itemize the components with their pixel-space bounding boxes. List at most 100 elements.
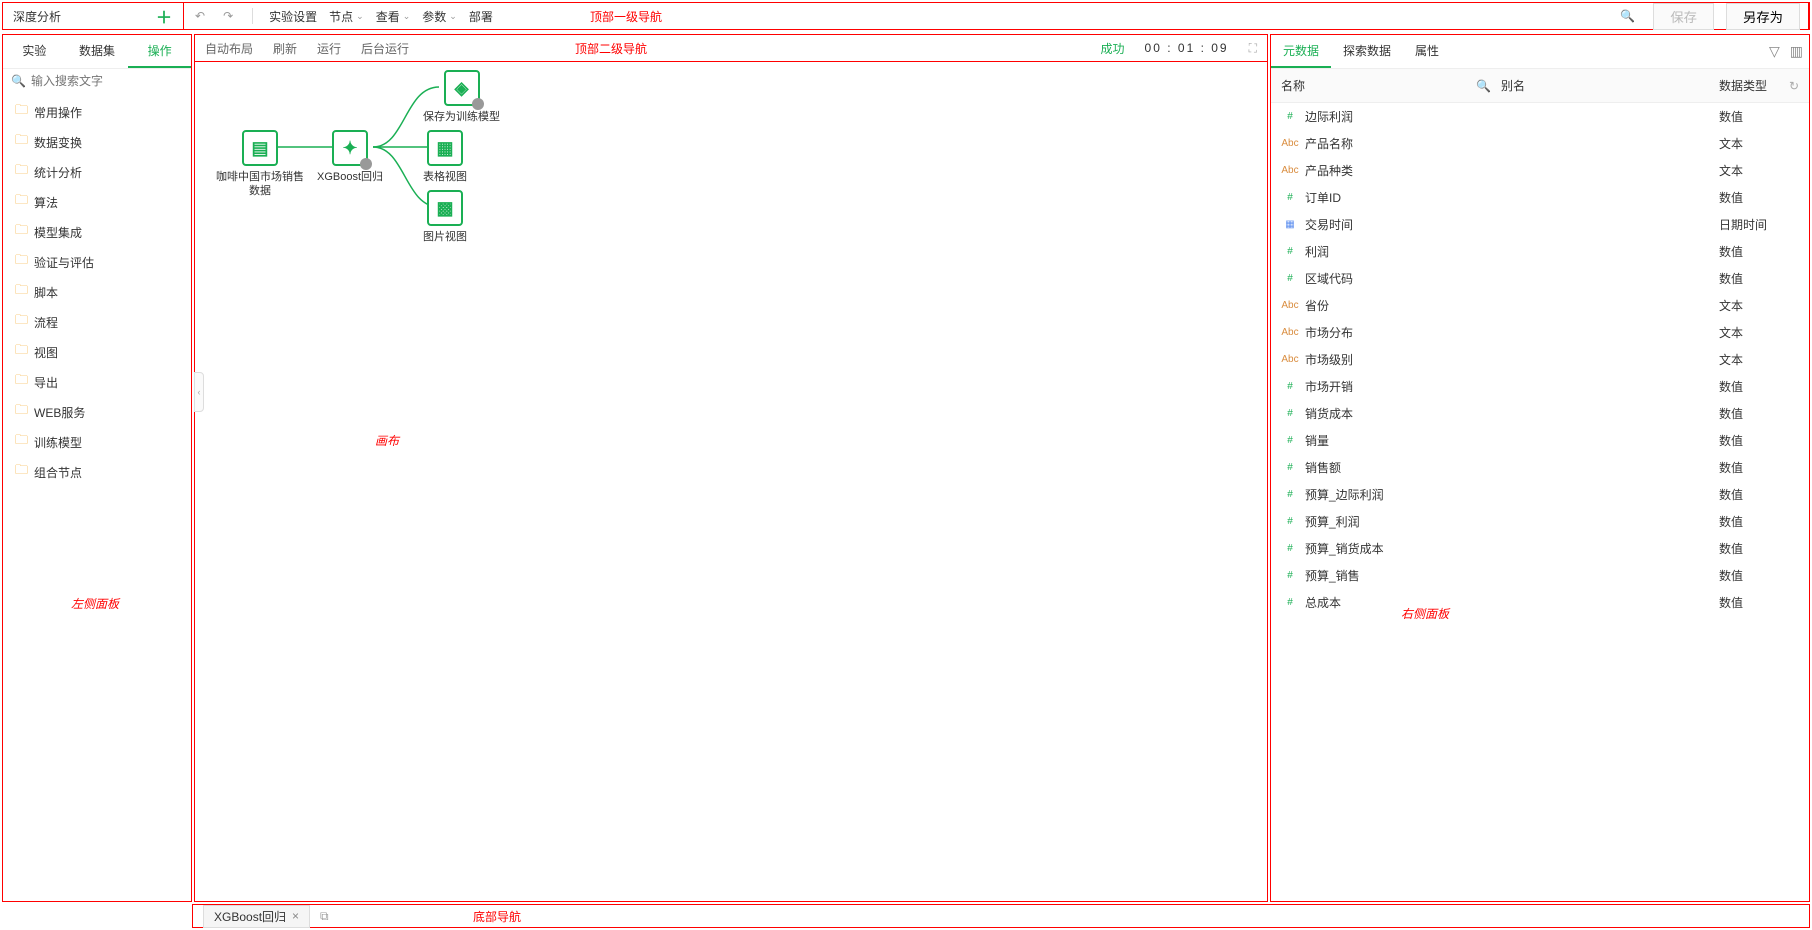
tab-metadata[interactable]: 元数据 <box>1271 35 1331 68</box>
folder-item[interactable]: 🗀统计分析 <box>3 157 191 187</box>
field-name: 利润 <box>1305 243 1329 260</box>
folder-item[interactable]: 🗀视图 <box>3 337 191 367</box>
btn-run[interactable]: 运行 <box>317 40 341 57</box>
field-dtype: 数值 <box>1719 270 1799 287</box>
annotation-topnav2: 顶部二级导航 <box>575 40 647 57</box>
btn-run-bg[interactable]: 后台运行 <box>361 40 409 57</box>
menu-params[interactable]: 参数⌄ <box>422 8 457 25</box>
meta-row[interactable]: #利润数值 <box>1271 238 1809 265</box>
folder-icon: 🗀 <box>15 461 28 483</box>
meta-row[interactable]: Abc产品名称文本 <box>1271 130 1809 157</box>
meta-row[interactable]: Abc产品种类文本 <box>1271 157 1809 184</box>
save-as-button[interactable]: 另存为 <box>1726 3 1800 30</box>
dtype-icon: # <box>1281 597 1299 608</box>
tab-properties[interactable]: 属性 <box>1403 35 1451 68</box>
dtype-icon: # <box>1281 381 1299 392</box>
meta-row[interactable]: ▦交易时间日期时间 <box>1271 211 1809 238</box>
meta-row[interactable]: #区域代码数值 <box>1271 265 1809 292</box>
meta-row[interactable]: #订单ID数值 <box>1271 184 1809 211</box>
menu-experiment-settings[interactable]: 实验设置 <box>269 8 317 25</box>
field-dtype: 数值 <box>1719 567 1799 584</box>
annotation-right: 右侧面板 <box>1401 605 1449 622</box>
field-dtype: 文本 <box>1719 351 1799 368</box>
folder-label: 验证与评估 <box>34 254 94 271</box>
menu-deploy[interactable]: 部署 <box>469 8 493 25</box>
folder-icon: 🗀 <box>15 311 28 333</box>
folder-item[interactable]: 🗀模型集成 <box>3 217 191 247</box>
meta-row[interactable]: #销售额数值 <box>1271 454 1809 481</box>
folder-icon: 🗀 <box>15 221 28 243</box>
meta-row[interactable]: #预算_销货成本数值 <box>1271 535 1809 562</box>
meta-row[interactable]: # 总成本 数值 <box>1271 589 1809 616</box>
node-image-view[interactable]: ▩ 图片视图 <box>423 190 467 244</box>
folder-item[interactable]: 🗀训练模型 <box>3 427 191 457</box>
add-icon[interactable]: ＋ <box>156 4 172 28</box>
close-icon[interactable]: × <box>292 909 299 923</box>
meta-row[interactable]: Abc市场级别文本 <box>1271 346 1809 373</box>
undo-icon[interactable]: ↶ <box>192 9 208 23</box>
tab-explore[interactable]: 探索数据 <box>1331 35 1403 68</box>
field-dtype: 数值 <box>1719 189 1799 206</box>
meta-row[interactable]: Abc市场分布文本 <box>1271 319 1809 346</box>
node-table-view[interactable]: ▦ 表格视图 <box>423 130 467 184</box>
folder-item[interactable]: 🗀导出 <box>3 367 191 397</box>
table-icon: ▦ <box>436 138 453 159</box>
meta-row[interactable]: Abc省份文本 <box>1271 292 1809 319</box>
menu-view[interactable]: 查看⌄ <box>376 8 411 25</box>
filter-icon[interactable]: ▽ <box>1769 43 1780 60</box>
folder-icon: 🗀 <box>15 131 28 153</box>
field-name: 边际利润 <box>1305 108 1353 125</box>
folder-icon: 🗀 <box>15 251 28 273</box>
node-save-model[interactable]: ◈ 保存为训练模型 <box>423 70 500 124</box>
field-dtype: 数值 <box>1719 594 1799 611</box>
field-dtype: 数值 <box>1719 432 1799 449</box>
tab-dataset[interactable]: 数据集 <box>66 35 129 68</box>
folder-item[interactable]: 🗀 验证与评估 <box>3 247 191 277</box>
search-input[interactable] <box>31 74 186 88</box>
folder-item[interactable]: 🗀组合节点 <box>3 457 191 487</box>
cube-icon: ◈ <box>455 78 469 99</box>
image-icon: ▩ <box>436 198 453 219</box>
meta-row[interactable]: #预算_销售数值 <box>1271 562 1809 589</box>
dtype-icon: # <box>1281 462 1299 473</box>
meta-row[interactable]: # 销量 数值 <box>1271 427 1809 454</box>
tab-experiment[interactable]: 实验 <box>3 35 66 68</box>
folder-item[interactable]: 🗀流程 <box>3 307 191 337</box>
folder-item[interactable]: 🗀常用操作 <box>3 97 191 127</box>
menu-node[interactable]: 节点⌄ <box>329 8 364 25</box>
node-xgboost[interactable]: ✦ XGBoost回归 <box>317 130 383 184</box>
folder-icon: 🗀 <box>15 431 28 453</box>
folder-item[interactable]: 🗀数据变换 <box>3 127 191 157</box>
meta-row[interactable]: #预算_边际利润数值 <box>1271 481 1809 508</box>
tab-operations[interactable]: 操作 <box>128 35 191 68</box>
dtype-icon: Abc <box>1281 300 1299 311</box>
meta-row[interactable]: #预算_利润数值 <box>1271 508 1809 535</box>
canvas[interactable]: ‹ ▤ 咖啡中国市场销售数据 ✦ XGBoost回归 ◈ 保存为训 <box>194 62 1268 902</box>
expand-icon[interactable]: ⛶ <box>1249 41 1257 56</box>
dtype-icon: # <box>1281 435 1299 446</box>
folder-item[interactable]: 🗀算法 <box>3 187 191 217</box>
save-button[interactable]: 保存 <box>1653 3 1714 30</box>
field-dtype: 数值 <box>1719 378 1799 395</box>
refresh-column-icon[interactable]: ↻ <box>1789 79 1799 93</box>
meta-row[interactable]: #销货成本数值 <box>1271 400 1809 427</box>
node-data-source[interactable]: ▤ 咖啡中国市场销售数据 <box>215 130 305 199</box>
bottom-tab[interactable]: XGBoost回归 × <box>203 905 310 928</box>
field-name: 销量 <box>1305 432 1329 449</box>
folder-label: WEB服务 <box>34 404 85 421</box>
search-column-icon[interactable]: 🔍 <box>1476 79 1491 93</box>
folder-item[interactable]: 🗀脚本 <box>3 277 191 307</box>
btn-refresh[interactable]: 刷新 <box>273 40 297 57</box>
meta-row[interactable]: #市场开销数值 <box>1271 373 1809 400</box>
folder-item[interactable]: 🗀WEB服务 <box>3 397 191 427</box>
btn-auto-layout[interactable]: 自动布局 <box>205 40 253 57</box>
meta-row[interactable]: #边际利润数值 <box>1271 103 1809 130</box>
redo-icon[interactable]: ↷ <box>220 9 236 23</box>
columns-icon[interactable]: ▥ <box>1790 43 1803 60</box>
search-icon[interactable]: 🔍 <box>1620 9 1635 23</box>
dtype-icon: ▦ <box>1281 219 1299 230</box>
field-name: 总成本 <box>1305 594 1341 611</box>
folder-icon: 🗀 <box>15 371 28 393</box>
collapse-left-icon[interactable]: ‹ <box>194 372 204 412</box>
duplicate-icon[interactable]: ⧉ <box>320 909 329 924</box>
